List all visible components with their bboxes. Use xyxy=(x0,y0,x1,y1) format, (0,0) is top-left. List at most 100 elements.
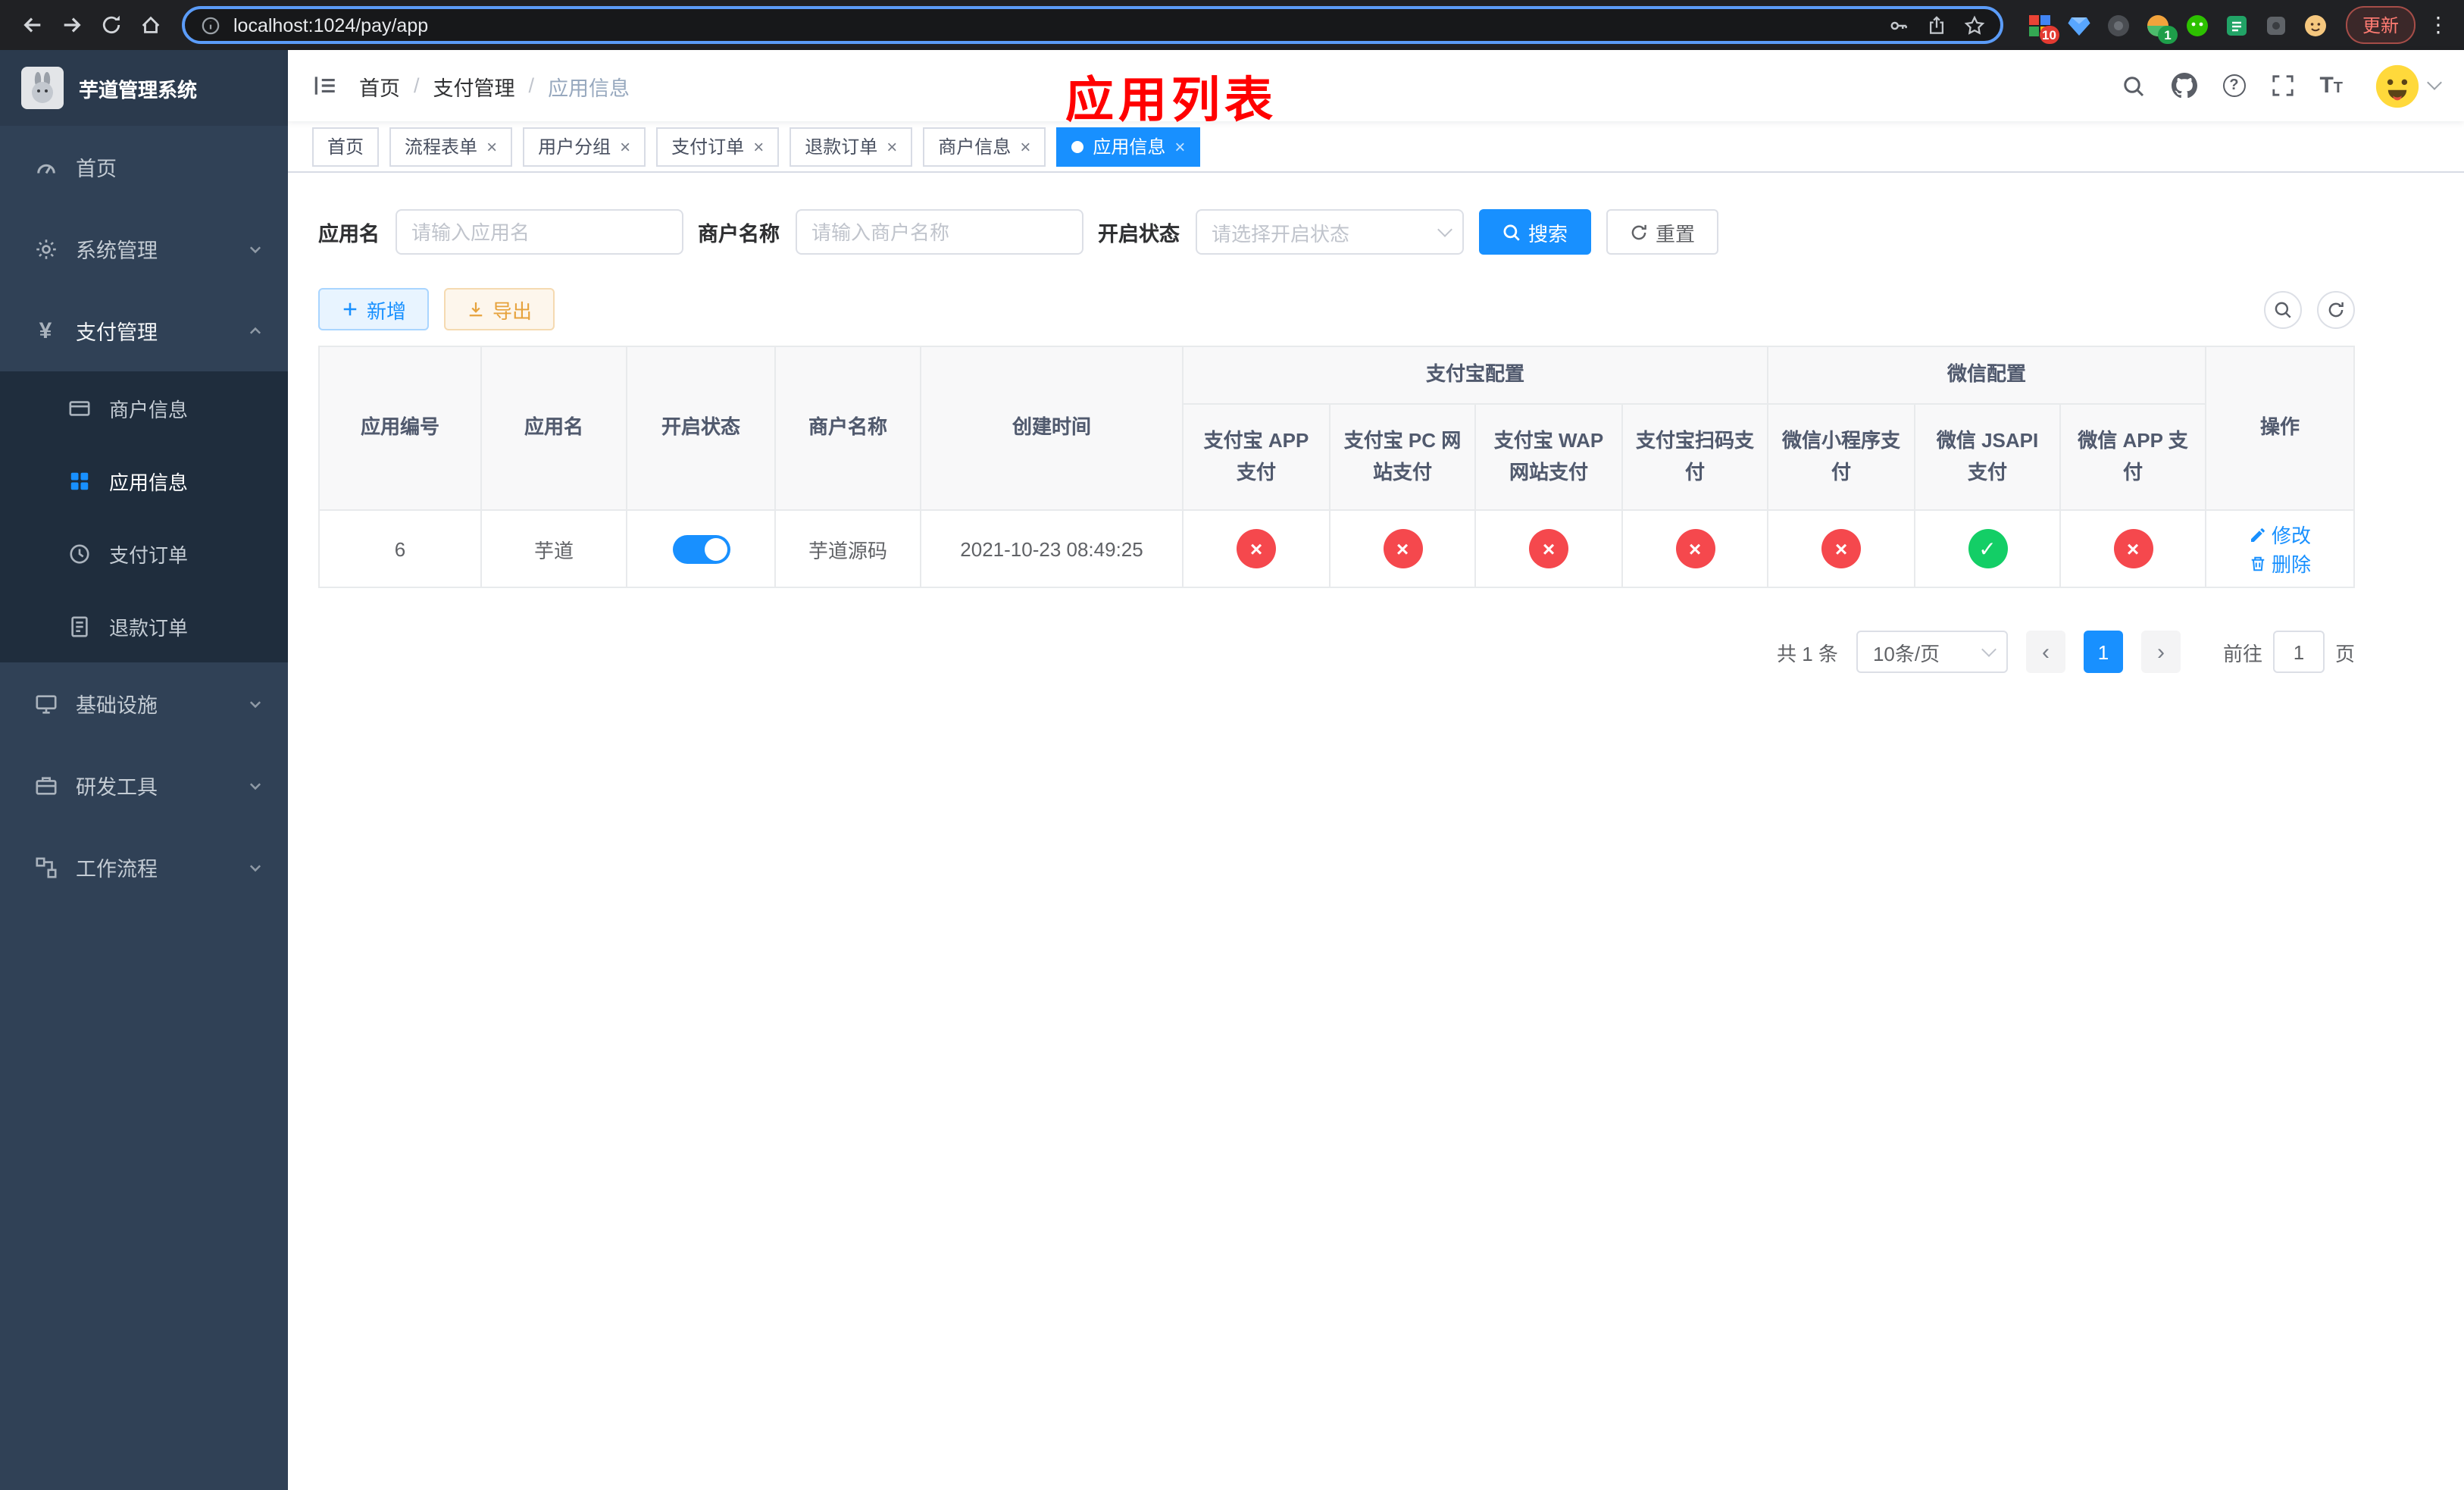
tab-payment-order[interactable]: 支付订单 × xyxy=(656,127,780,166)
back-button[interactable] xyxy=(12,5,52,45)
yen-icon: ¥ xyxy=(39,318,52,343)
breadcrumb-item-payment[interactable]: 支付管理 xyxy=(433,70,515,101)
tab-process-form[interactable]: 流程表单 × xyxy=(389,127,513,166)
column-header: 支付宝 PC 网站支付 xyxy=(1329,403,1476,511)
document-icon xyxy=(67,615,91,637)
forward-button[interactable] xyxy=(52,5,91,45)
app-logo[interactable]: 芋道管理系统 xyxy=(0,50,288,126)
pagination-total: 共 1 条 xyxy=(1777,642,1838,665)
clock-icon xyxy=(67,542,91,565)
column-header: 支付宝 WAP 网站支付 xyxy=(1474,403,1623,511)
sidebar-item-infrastructure[interactable]: 基础设施 xyxy=(0,662,288,744)
extension-icon-dark-circle[interactable] xyxy=(2106,13,2131,37)
close-icon[interactable]: × xyxy=(486,137,497,155)
reload-button[interactable] xyxy=(91,5,130,45)
close-icon[interactable]: × xyxy=(620,137,630,155)
user-avatar[interactable] xyxy=(2375,63,2420,108)
table-row: 6 芋道 芋道源码 2021-10-23 08:49:25 × × × × × … xyxy=(318,509,2355,588)
status-icon-alipay-qr: × xyxy=(1675,529,1715,568)
extension-icon-notes[interactable] xyxy=(2225,13,2249,37)
share-icon[interactable] xyxy=(1926,14,1947,36)
add-button[interactable]: 新增 xyxy=(318,288,430,330)
address-bar[interactable]: localhost:1024/pay/app xyxy=(182,6,2003,44)
sidebar-item-workflow[interactable]: 工作流程 xyxy=(0,826,288,908)
caret-down-icon xyxy=(2427,75,2442,90)
key-icon[interactable] xyxy=(1888,14,1909,36)
dashboard-icon xyxy=(33,155,58,178)
filter-merchant-input[interactable] xyxy=(795,209,1083,255)
user-menu[interactable] xyxy=(2375,63,2442,108)
sidebar-subitem-app-info[interactable]: 应用信息 xyxy=(0,444,288,517)
delete-link[interactable]: 删除 xyxy=(2249,549,2311,578)
collapse-sidebar-icon[interactable] xyxy=(312,73,338,99)
close-icon[interactable]: × xyxy=(1174,137,1185,155)
cell-app-name: 芋道 xyxy=(480,509,627,588)
breadcrumb-item-home[interactable]: 首页 xyxy=(359,70,400,101)
tab-home[interactable]: 首页 xyxy=(312,127,380,166)
close-icon[interactable]: × xyxy=(753,137,764,155)
status-icon-wx-app: × xyxy=(2113,529,2153,568)
tab-merchant-info[interactable]: 商户信息 × xyxy=(923,127,1046,166)
edit-link[interactable]: 修改 xyxy=(2249,520,2311,549)
filter-status-select[interactable]: 请选择开启状态 xyxy=(1195,209,1463,255)
sidebar-subitem-merchant-info[interactable]: 商户信息 xyxy=(0,371,288,444)
status-toggle[interactable] xyxy=(672,534,730,563)
bookmark-star-icon[interactable] xyxy=(1964,14,1985,36)
github-icon[interactable] xyxy=(2171,73,2197,99)
extension-icon-wechat[interactable] xyxy=(2185,13,2209,37)
extensions-area: 10 1 xyxy=(2015,13,2340,43)
monitor-icon xyxy=(33,692,58,715)
sidebar-item-payment[interactable]: ¥ 支付管理 xyxy=(0,290,288,371)
reset-button[interactable]: 重置 xyxy=(1606,209,1718,255)
logo-avatar-image xyxy=(21,67,64,109)
chevron-up-icon xyxy=(247,322,264,339)
sidebar-item-home[interactable]: 首页 xyxy=(0,126,288,208)
column-header: 微信 JSAPI 支付 xyxy=(1914,403,2062,511)
next-page-button[interactable]: › xyxy=(2140,631,2181,673)
update-button[interactable]: 更新 xyxy=(2345,6,2416,44)
cell-merchant: 芋道源码 xyxy=(774,509,921,588)
search-button[interactable]: 搜索 xyxy=(1478,209,1591,255)
export-button[interactable]: 导出 xyxy=(444,288,555,330)
close-icon[interactable]: × xyxy=(886,137,897,155)
extension-icon-gem[interactable] xyxy=(2067,13,2091,37)
refresh-button[interactable] xyxy=(2317,290,2355,328)
home-button[interactable] xyxy=(130,5,170,45)
extension-icon-face[interactable] xyxy=(2303,13,2328,37)
prev-page-button[interactable]: ‹ xyxy=(2025,631,2065,673)
page-1-button[interactable]: 1 xyxy=(2083,631,2123,673)
help-icon[interactable]: ? xyxy=(2222,74,2246,97)
extension-icon-puzzle[interactable] xyxy=(2264,13,2288,37)
column-header: 支付宝扫码支付 xyxy=(1621,403,1769,511)
tab-refund-order[interactable]: 退款订单 × xyxy=(790,127,913,166)
sidebar-item-dev-tools[interactable]: 研发工具 xyxy=(0,744,288,826)
extension-icon-blocks[interactable]: 10 xyxy=(2028,13,2059,43)
breadcrumb: 首页 / 支付管理 / 应用信息 xyxy=(359,70,630,101)
site-info-icon[interactable] xyxy=(200,14,221,36)
close-icon[interactable]: × xyxy=(1020,137,1030,155)
tab-user-group[interactable]: 用户分组 × xyxy=(523,127,646,166)
app-table: 应用编号 应用名 开启状态 商户名称 创建时间 支付宝配置 微信配置 操作 支付… xyxy=(318,346,2355,588)
extension-icon-avatar[interactable]: 1 xyxy=(2146,13,2178,43)
status-icon-alipay-wap: × xyxy=(1529,529,1568,568)
sidebar-subitem-payment-order[interactable]: 支付订单 xyxy=(0,517,288,590)
filter-app-name-input[interactable] xyxy=(395,209,683,255)
top-navbar: 首页 / 支付管理 / 应用信息 ? TT xyxy=(288,50,2464,121)
sidebar-item-system[interactable]: 系统管理 xyxy=(0,208,288,290)
goto-suffix: 页 xyxy=(2334,642,2355,665)
toggle-search-button[interactable] xyxy=(2264,290,2302,328)
fullscreen-icon[interactable] xyxy=(2271,74,2294,97)
page-size-select[interactable]: 10条/页 xyxy=(1856,631,2008,673)
search-icon[interactable] xyxy=(2121,74,2145,98)
extension-badge: 1 xyxy=(2157,25,2178,43)
menu-kebab-icon[interactable]: ⋮ xyxy=(2425,5,2452,45)
goto-page-input[interactable] xyxy=(2272,631,2325,673)
screen: localhost:1024/pay/app 10 1 更新 ⋮ 芋道管理系统 … xyxy=(0,0,2464,1490)
tab-app-info[interactable]: 应用信息 × xyxy=(1056,127,1201,166)
font-size-icon[interactable]: TT xyxy=(2319,74,2343,97)
toolbox-icon xyxy=(33,774,58,797)
gear-icon xyxy=(33,237,58,260)
sidebar-subitem-refund-order[interactable]: 退款订单 xyxy=(0,590,288,662)
status-icon-wx-lite: × xyxy=(1821,529,1862,568)
filter-status-label: 开启状态 xyxy=(1098,223,1180,246)
